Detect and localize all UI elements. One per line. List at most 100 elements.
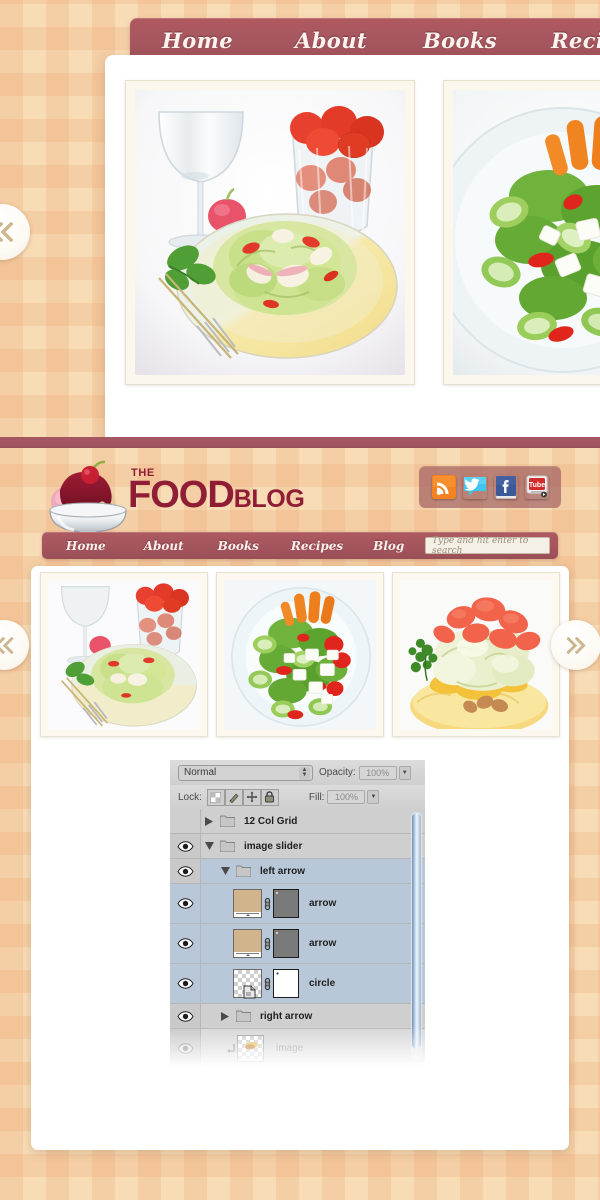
layers-panel-scrollbar[interactable]	[411, 812, 422, 1060]
layers-panel-blend-row: Normal ▲ ▼ Opacity: 100% ▼	[170, 760, 425, 785]
lock-label: Lock:	[178, 791, 202, 803]
layer-thumbnail[interactable]	[233, 969, 262, 999]
layer-name: 12 Col Grid	[244, 815, 298, 827]
opacity-dropdown-icon[interactable]: ▼	[398, 765, 411, 780]
opacity-label: Opacity:	[319, 767, 356, 778]
layer-name: circle	[309, 978, 336, 989]
nav-item-recipes[interactable]: Recipes	[291, 539, 343, 553]
layer-name: image	[276, 1043, 304, 1054]
layer-link-icon[interactable]	[262, 897, 273, 911]
site-logo[interactable]: THE FOODBLOG	[42, 460, 305, 539]
layer-visibility-toggle[interactable]	[170, 924, 201, 963]
slider-image-3[interactable]	[392, 572, 560, 737]
layer-row[interactable]: right arrow	[170, 1004, 425, 1029]
nav-item-books[interactable]: Books	[218, 539, 259, 553]
lock-all-icon[interactable]	[260, 788, 279, 806]
site-section: THE FOODBLOG Tube Home About Books Recip…	[0, 448, 600, 1200]
layer-link-icon[interactable]	[262, 977, 273, 991]
social-links-bar: Tube	[419, 466, 561, 508]
scrollbar-thumb[interactable]	[412, 813, 421, 1049]
clipping-mask-icon	[225, 1043, 237, 1055]
nav-item-home[interactable]: Home	[66, 539, 106, 553]
layer-mask-thumbnail[interactable]	[273, 889, 299, 918]
slider-image-3-photo	[400, 580, 552, 729]
top-nav-item-recipes[interactable]: Recipes	[551, 28, 600, 53]
layer-name: left arrow	[260, 865, 306, 877]
svg-text:Tube: Tube	[528, 482, 544, 489]
layer-visibility-toggle[interactable]	[170, 1004, 201, 1028]
top-slider-image-1[interactable]	[125, 80, 415, 385]
layer-visibility-toggle[interactable]	[170, 964, 201, 1003]
blend-mode-select[interactable]: Normal ▲ ▼	[178, 764, 313, 781]
fill-value[interactable]: 100%	[327, 790, 366, 804]
slider-next-button[interactable]	[551, 620, 600, 670]
nav-item-about[interactable]: About	[144, 539, 184, 553]
layer-link-icon[interactable]	[262, 937, 273, 951]
layer-thumbnail[interactable]	[233, 929, 262, 958]
logo-food-text: FOOD	[128, 474, 235, 516]
nav-item-blog[interactable]: Blog	[373, 539, 404, 553]
opacity-value[interactable]: 100%	[358, 765, 397, 780]
chevron-double-left-icon	[0, 222, 14, 242]
chevron-right-icon[interactable]	[217, 1011, 233, 1021]
top-nav-item-home[interactable]: Home	[162, 28, 233, 53]
layer-visibility-toggle[interactable]	[170, 809, 201, 833]
layer-mask-thumbnail[interactable]	[273, 969, 299, 998]
layer-row[interactable]: left arrow	[170, 859, 425, 884]
search-input[interactable]: Type and hit enter to search	[425, 536, 550, 556]
layer-row[interactable]: 12 Col Grid	[170, 809, 425, 834]
photoshop-layers-panel[interactable]: Normal ▲ ▼ Opacity: 100% ▼ Lock: Fill: 1…	[170, 760, 425, 1070]
eye-icon	[176, 1043, 194, 1054]
layer-visibility-toggle[interactable]	[170, 884, 201, 923]
fill-dropdown-icon[interactable]: ▼	[367, 790, 380, 804]
top-preview-content-panel	[105, 55, 600, 437]
top-nav-item-books[interactable]: Books	[423, 28, 497, 53]
chevron-double-left-icon	[0, 636, 14, 654]
top-slider-image-1-photo	[135, 90, 405, 375]
lock-position-icon[interactable]	[242, 788, 261, 806]
eye-icon	[176, 840, 194, 852]
layer-row[interactable]: circle	[170, 964, 425, 1004]
layer-mask-thumbnail[interactable]	[273, 929, 299, 958]
layer-thumbnail[interactable]	[237, 1035, 264, 1062]
top-nav-item-about[interactable]: About	[295, 28, 367, 53]
slider-image-1[interactable]	[40, 572, 208, 737]
layer-visibility-toggle[interactable]	[170, 1069, 201, 1070]
top-slider-image-2[interactable]	[443, 80, 600, 385]
layer-row[interactable]: arrow	[170, 884, 425, 924]
lock-image-icon[interactable]	[224, 788, 243, 806]
layer-row[interactable]	[170, 1069, 425, 1070]
site-logo-text: THE FOODBLOG	[128, 468, 305, 519]
folder-icon	[233, 1010, 253, 1022]
fill-label: Fill:	[308, 791, 325, 803]
layer-row[interactable]: image	[170, 1029, 425, 1069]
vector-mask-badge-icon	[243, 985, 256, 999]
layer-visibility-toggle[interactable]	[170, 859, 201, 883]
layer-name: right arrow	[260, 1010, 313, 1022]
twitter-icon[interactable]	[463, 475, 487, 499]
layer-visibility-toggle[interactable]	[170, 1029, 201, 1068]
layer-visibility-toggle[interactable]	[170, 834, 201, 858]
layer-name: arrow	[309, 898, 337, 909]
layer-thumbnail[interactable]	[233, 889, 262, 918]
blend-mode-stepper-icon[interactable]: ▲ ▼	[299, 766, 310, 780]
rss-icon[interactable]	[431, 475, 456, 499]
layer-row[interactable]: image slider	[170, 834, 425, 859]
layer-row[interactable]: arrow	[170, 924, 425, 964]
ice-cream-sundae-icon	[42, 460, 134, 539]
top-slider-image-2-photo	[453, 90, 600, 375]
folder-icon	[217, 840, 237, 852]
chevron-down-icon[interactable]	[217, 867, 233, 875]
main-navbar: Home About Books Recipes Blog Contact Ty…	[42, 532, 558, 559]
lock-transparency-icon[interactable]	[206, 788, 225, 806]
top-preview-section: Home About Books Recipes Blog	[0, 0, 600, 437]
youtube-icon[interactable]: Tube	[525, 475, 549, 499]
section-divider	[0, 437, 600, 448]
layer-name: image slider	[244, 840, 303, 852]
layers-list[interactable]: 12 Col Grid image slider left arrow arro…	[170, 809, 425, 1070]
facebook-icon[interactable]	[494, 475, 518, 499]
chevron-right-icon[interactable]	[201, 816, 217, 826]
slider-image-2-photo	[224, 580, 376, 729]
chevron-down-icon[interactable]	[201, 842, 217, 850]
slider-image-2[interactable]	[216, 572, 384, 737]
